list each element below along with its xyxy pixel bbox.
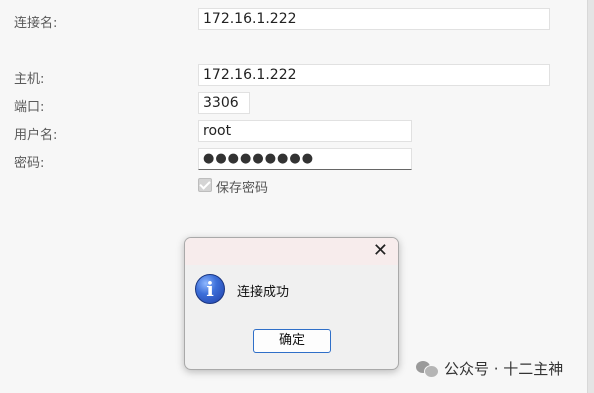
host-input[interactable]: 172.16.1.222 bbox=[198, 64, 550, 86]
dialog-titlebar[interactable]: ✕ bbox=[185, 238, 398, 265]
connection-name-input[interactable]: 172.16.1.222 bbox=[198, 8, 550, 30]
host-label: 主机: bbox=[14, 72, 45, 87]
username-label: 用户名: bbox=[14, 128, 58, 143]
message-dialog: ✕ i 连接成功 确定 bbox=[184, 237, 399, 370]
password-input[interactable]: ●●●●●●●●● bbox=[198, 148, 412, 170]
info-icon-glyph: i bbox=[206, 277, 214, 301]
save-password-label[interactable]: 保存密码 bbox=[216, 177, 268, 196]
watermark-text: 公众号 · 十二主神 bbox=[444, 360, 564, 378]
dialog-message: 连接成功 bbox=[237, 285, 290, 300]
ok-button[interactable]: 确定 bbox=[253, 329, 331, 353]
username-input[interactable]: root bbox=[198, 120, 412, 142]
close-icon[interactable]: ✕ bbox=[373, 241, 388, 261]
port-input[interactable]: 3306 bbox=[198, 92, 250, 114]
port-label: 端口: bbox=[14, 100, 45, 115]
connection-name-label: 连接名: bbox=[14, 16, 58, 31]
password-label: 密码: bbox=[14, 156, 45, 171]
window-right-edge bbox=[587, 0, 594, 393]
info-icon: i bbox=[195, 274, 225, 304]
wechat-icon bbox=[416, 360, 439, 378]
save-password-checkbox[interactable] bbox=[198, 178, 212, 192]
watermark: 公众号 · 十二主神 bbox=[416, 358, 563, 379]
